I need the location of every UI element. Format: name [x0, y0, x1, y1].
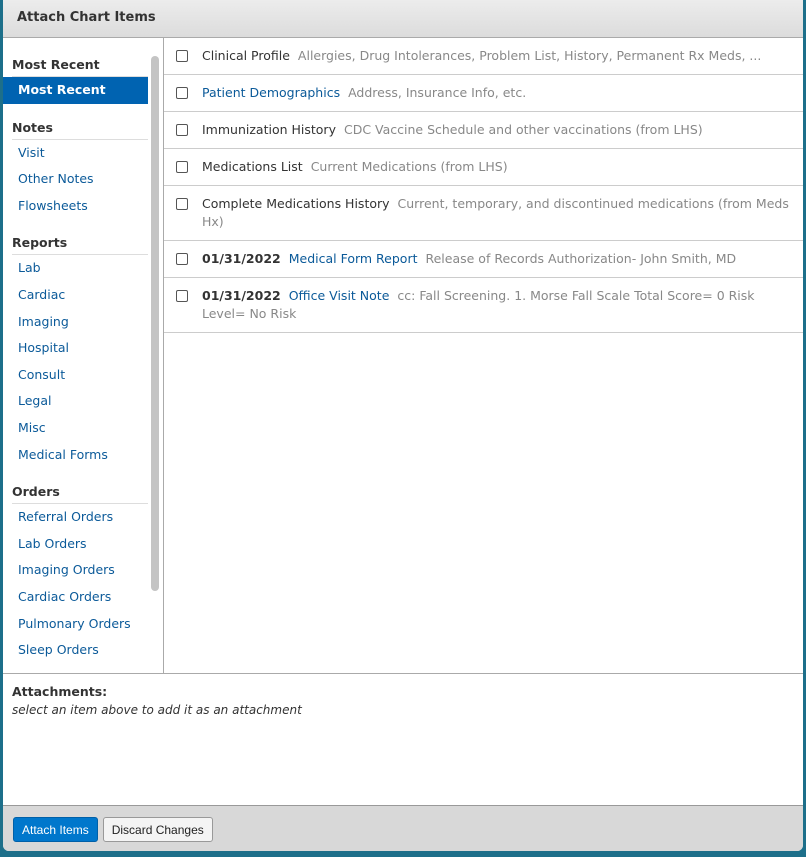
- sidebar-item-imaging-orders[interactable]: Imaging Orders: [3, 557, 148, 584]
- item-title: Medications List: [202, 159, 303, 174]
- item-checkbox[interactable]: [176, 124, 188, 136]
- item-checkbox[interactable]: [176, 161, 188, 173]
- attachments-hint: select an item above to add it as an att…: [12, 703, 302, 717]
- sidebar-heading: Orders: [12, 478, 148, 505]
- sidebar-item-sleep-orders[interactable]: Sleep Orders: [3, 637, 148, 664]
- sidebar-item-lab[interactable]: Lab: [3, 255, 148, 282]
- item-description: Current Medications (from LHS): [310, 159, 508, 174]
- sidebar-item-flowsheets[interactable]: Flowsheets: [3, 193, 148, 220]
- item-text: Clinical Profile Allergies, Drug Intolera…: [202, 47, 761, 65]
- item-checkbox[interactable]: [176, 87, 188, 99]
- item-title: Clinical Profile: [202, 48, 290, 63]
- list-item: Medications List Current Medications (fro…: [164, 149, 803, 186]
- item-checkbox[interactable]: [176, 50, 188, 62]
- sidebar-item-other-notes[interactable]: Other Notes: [3, 166, 148, 193]
- sidebar-item-lab-orders[interactable]: Lab Orders: [3, 531, 148, 558]
- sidebar-item-cardiac-orders[interactable]: Cardiac Orders: [3, 584, 148, 611]
- item-checkbox[interactable]: [176, 290, 188, 302]
- sidebar-scrollbar[interactable]: [151, 56, 159, 591]
- chart-item-list: Clinical Profile Allergies, Drug Intolera…: [164, 38, 803, 673]
- item-checkbox[interactable]: [176, 198, 188, 210]
- item-text: Complete Medications History Current, tem…: [202, 195, 793, 231]
- dialog-footer: Attach Items Discard Changes: [3, 805, 803, 851]
- item-text: Immunization History CDC Vaccine Schedule…: [202, 121, 703, 139]
- sidebar-item-medical-forms[interactable]: Medical Forms: [3, 442, 148, 469]
- sidebar-item-most-recent[interactable]: Most Recent: [3, 77, 148, 104]
- sidebar-heading: Notes: [12, 114, 148, 140]
- item-text: 01/31/2022 Medical Form Report Release of …: [202, 250, 736, 268]
- item-description: Release of Records Authorization- John S…: [425, 251, 737, 266]
- list-item: Immunization History CDC Vaccine Schedule…: [164, 112, 803, 149]
- item-title[interactable]: Office Visit Note: [289, 288, 390, 303]
- sidebar-heading: Reports: [12, 229, 148, 256]
- sidebar-item-hospital[interactable]: Hospital: [3, 335, 148, 362]
- list-item: Complete Medications History Current, tem…: [164, 186, 803, 241]
- sidebar-item-legal[interactable]: Legal: [3, 388, 148, 415]
- item-text: Medications List Current Medications (fro…: [202, 158, 508, 176]
- item-title: Immunization History: [202, 122, 336, 137]
- item-description: cc: Fall Screening. 1. Morse Fall Scale …: [202, 288, 755, 321]
- item-date: 01/31/2022: [202, 288, 281, 303]
- dialog-title: Attach Chart Items: [3, 0, 803, 38]
- item-title[interactable]: Medical Form Report: [289, 251, 418, 266]
- list-item: 01/31/2022 Medical Form Report Release of …: [164, 241, 803, 278]
- item-checkbox[interactable]: [176, 253, 188, 265]
- sidebar-item-cardiac[interactable]: Cardiac: [3, 282, 148, 309]
- category-sidebar: Most Recent Most Recent Notes Visit Other No…: [3, 38, 164, 673]
- sidebar-item-visit[interactable]: Visit: [3, 140, 148, 167]
- attachments-label: Attachments:: [12, 684, 108, 699]
- attachments-panel: Attachments: select an item above to add…: [3, 673, 803, 805]
- sidebar-item-pulmonary-orders[interactable]: Pulmonary Orders: [3, 611, 148, 638]
- item-date: 01/31/2022: [202, 251, 281, 266]
- item-text: Patient Demographics Address, Insurance I…: [202, 84, 526, 102]
- sidebar-heading: Most Recent: [12, 51, 148, 77]
- item-title: Complete Medications History: [202, 196, 390, 211]
- attach-chart-items-dialog: Attach Chart Items Most Recent Most Recen…: [3, 0, 803, 851]
- item-text: 01/31/2022 Office Visit Note cc: Fall Scre…: [202, 287, 793, 323]
- sidebar-item-misc[interactable]: Misc: [3, 415, 148, 442]
- list-item: Clinical Profile Allergies, Drug Intolera…: [164, 38, 803, 75]
- list-item: 01/31/2022 Office Visit Note cc: Fall Scre…: [164, 278, 803, 333]
- item-title[interactable]: Patient Demographics: [202, 85, 340, 100]
- attach-items-button[interactable]: Attach Items: [13, 817, 98, 842]
- list-item: Patient Demographics Address, Insurance I…: [164, 75, 803, 112]
- item-description: Address, Insurance Info, etc.: [348, 85, 527, 100]
- sidebar-item-consult[interactable]: Consult: [3, 362, 148, 389]
- discard-changes-button[interactable]: Discard Changes: [102, 817, 213, 842]
- item-description: Allergies, Drug Intolerances, Problem Li…: [297, 48, 762, 63]
- item-description: CDC Vaccine Schedule and other vaccinati…: [343, 122, 703, 137]
- sidebar-item-referral-orders[interactable]: Referral Orders: [3, 504, 148, 531]
- sidebar-item-imaging[interactable]: Imaging: [3, 309, 148, 336]
